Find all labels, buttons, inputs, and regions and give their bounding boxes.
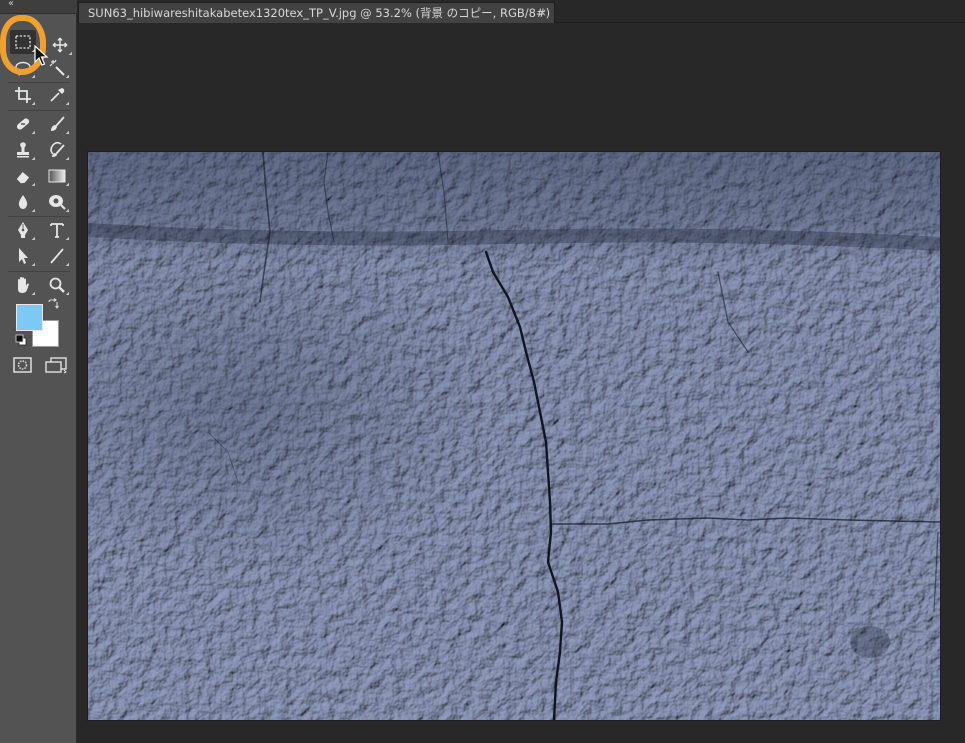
crop-tool[interactable] (10, 83, 36, 107)
document-tab-title: SUN63_hibiwareshitakabetex1320tex_TP_V.j… (88, 6, 555, 20)
move-tool[interactable] (47, 33, 73, 57)
hand-icon (18, 277, 29, 293)
path-selection-icon (19, 248, 28, 264)
close-tab-icon[interactable]: × (538, 3, 547, 23)
blur-tool[interactable] (10, 190, 36, 214)
default-colors-icon[interactable] (15, 334, 27, 346)
clone-stamp-tool[interactable] (10, 138, 36, 162)
type-icon (50, 223, 64, 238)
document-tab-bar: SUN63_hibiwareshitakabetex1320tex_TP_V.j… (77, 0, 965, 23)
gradient-tool[interactable] (44, 164, 70, 188)
swap-colors-icon[interactable] (47, 298, 59, 310)
document-canvas-image[interactable] (88, 152, 940, 720)
history-brush-icon (50, 141, 65, 157)
line-tool[interactable] (44, 244, 70, 268)
zoom-tool[interactable] (44, 273, 70, 297)
foreground-color-swatch[interactable] (16, 304, 43, 331)
dodge-tool[interactable] (44, 190, 70, 214)
move-icon (52, 37, 68, 53)
document-tab[interactable]: SUN63_hibiwareshitakabetex1320tex_TP_V.j… (78, 2, 555, 23)
eraser-tool[interactable] (10, 164, 36, 188)
lasso-icon (15, 61, 31, 76)
tools-panel: ‹‹ (0, 0, 77, 743)
gradient-icon (48, 169, 66, 183)
zoom-icon (49, 277, 65, 293)
pen-tool[interactable] (10, 218, 36, 242)
cracked-wall-texture-image (88, 152, 940, 720)
healing-brush-icon (16, 118, 30, 130)
blur-drop-icon (18, 195, 28, 209)
marquee-icon (15, 35, 31, 49)
crop-icon (15, 87, 31, 103)
quick-mask-icon[interactable] (12, 356, 34, 374)
brush-tool[interactable] (44, 112, 70, 136)
collapse-icon: ‹‹ (8, 0, 14, 9)
pen-icon (18, 222, 28, 238)
stamp-icon (17, 142, 29, 158)
rectangular-marquee-tool[interactable] (10, 30, 36, 54)
eyedropper-icon (50, 88, 65, 102)
brush-icon (51, 116, 65, 131)
magic-wand-icon (49, 59, 65, 76)
canvas-area[interactable] (78, 24, 965, 743)
mouse-cursor-icon (34, 45, 48, 66)
dodge-icon (49, 195, 66, 210)
eraser-icon (15, 172, 30, 184)
eyedropper-tool[interactable] (44, 83, 70, 107)
collapse-panel-button[interactable]: ‹‹ (0, 0, 77, 14)
line-icon (50, 248, 64, 264)
lasso-tool[interactable] (10, 56, 36, 80)
screen-mode-icon[interactable] (44, 356, 68, 374)
type-tool[interactable] (44, 218, 70, 242)
history-brush-tool[interactable] (44, 138, 70, 162)
spot-healing-brush-tool[interactable] (10, 112, 36, 136)
hand-tool[interactable] (10, 273, 36, 297)
path-selection-tool[interactable] (10, 244, 36, 268)
